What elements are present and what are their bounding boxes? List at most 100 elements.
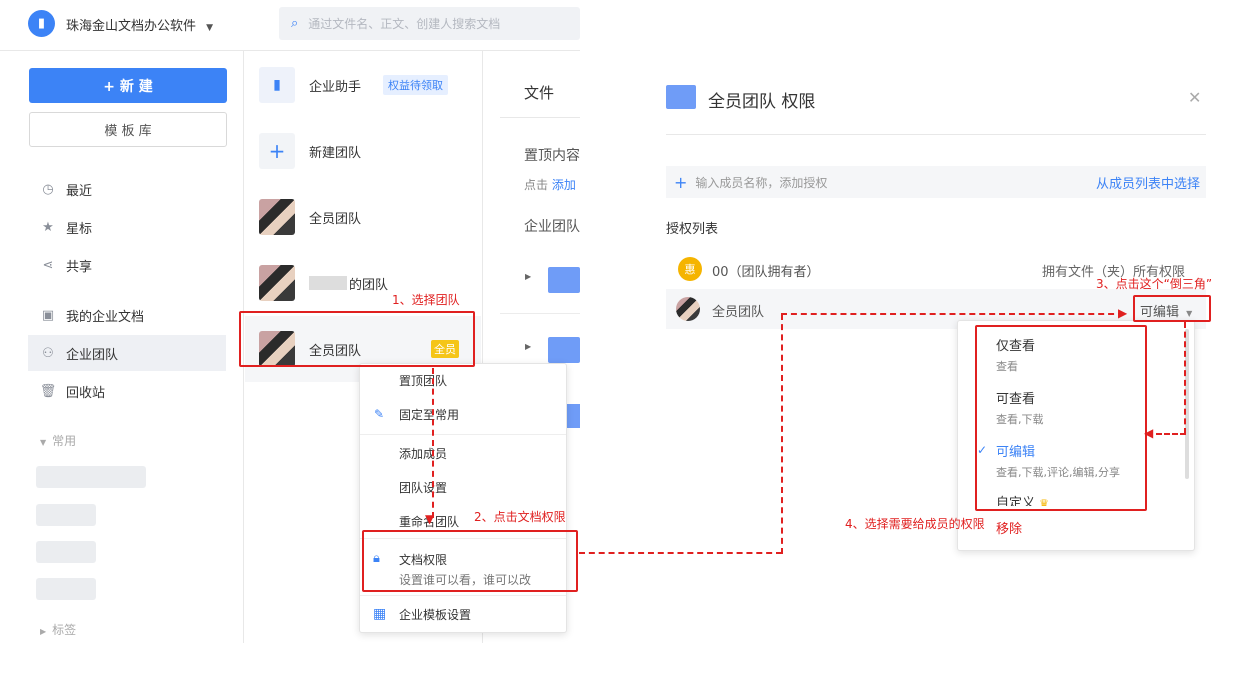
team-row-all-members[interactable]: 全员团队 bbox=[245, 184, 481, 250]
search-placeholder: 通过文件名、正文、创建人搜索文档 bbox=[308, 17, 501, 31]
menu-divider bbox=[360, 595, 566, 596]
caret-right-icon: ▶ bbox=[40, 627, 47, 636]
folder-row[interactable]: ▶ bbox=[525, 337, 580, 363]
sidebar-item-shared[interactable]: ⋖ 共享 bbox=[28, 247, 226, 283]
menu-item-pin-team[interactable]: 置顶团队 bbox=[359, 363, 567, 397]
step1-label: 1、选择团队 bbox=[392, 293, 460, 307]
template-library-button[interactable]: 模 板 库 bbox=[29, 112, 227, 147]
team-avatar bbox=[259, 265, 295, 301]
member-name: 全员团队 bbox=[712, 305, 765, 320]
team-row-assistant[interactable]: ▮ 企业助手 权益待领取 bbox=[245, 52, 481, 118]
blurred-item[interactable] bbox=[36, 466, 146, 488]
sidebar-item-starred[interactable]: ★ 星标 bbox=[28, 209, 226, 245]
member-avatar bbox=[676, 297, 700, 321]
share-icon: ⋖ bbox=[42, 257, 54, 273]
layout-icon: ▦ bbox=[373, 606, 387, 622]
connector-vertical bbox=[781, 314, 783, 554]
caret-down-icon: ▼ bbox=[40, 438, 47, 447]
blurred-item[interactable] bbox=[36, 541, 96, 563]
step3-connector bbox=[1184, 322, 1186, 434]
folder-icon bbox=[567, 404, 580, 428]
menu-item-fix-common[interactable]: ✎ 固定至常用 bbox=[359, 397, 567, 431]
step2-label: 2、点击文档权限 bbox=[474, 510, 566, 524]
step1-highlight bbox=[239, 311, 475, 367]
team-icon: ⚇ bbox=[42, 345, 54, 361]
org-logo-icon: ▮ bbox=[37, 16, 46, 31]
pinned-hint: 点击 添加 bbox=[524, 176, 580, 193]
step3-label: 3、点击这个“倒三角” bbox=[1096, 277, 1213, 291]
common-label: 常用 bbox=[52, 434, 77, 448]
sidebar-item-enterprise-team[interactable]: ⚇ 企业团队 bbox=[28, 335, 226, 371]
pin-icon: ✎ bbox=[374, 407, 385, 421]
caret-right-icon: ▶ bbox=[525, 342, 532, 351]
team-name: 企业助手 bbox=[309, 79, 362, 95]
folder-icon bbox=[548, 337, 580, 363]
new-team-button[interactable]: + 新建团队 bbox=[245, 118, 481, 184]
connector-horizontal bbox=[579, 552, 782, 554]
sidebar-item-recent[interactable]: ◷ 最近 bbox=[28, 171, 226, 207]
menu-item-label: 团队设置 bbox=[399, 480, 448, 495]
plus-icon: + bbox=[674, 172, 688, 192]
sidebar-item-my-enterprise-docs[interactable]: ▣ 我的企业文档 bbox=[28, 297, 226, 333]
dialog-divider bbox=[666, 134, 1206, 135]
list-label: 授权列表 bbox=[666, 222, 719, 237]
org-name[interactable]: 珠海金山文档办公软件 ▼ bbox=[66, 15, 213, 34]
hint-text: 点击 bbox=[524, 178, 549, 192]
common-section-toggle[interactable]: ▼ 常用 bbox=[40, 432, 76, 449]
assistant-icon: ▮ bbox=[259, 67, 295, 103]
sidebar-item-label: 共享 bbox=[66, 259, 93, 275]
step2-connector bbox=[432, 368, 434, 518]
team-avatar bbox=[259, 199, 295, 235]
team-name: 全员团队 bbox=[309, 211, 362, 227]
search-input[interactable]: ⌕ 通过文件名、正文、创建人搜索文档 bbox=[279, 7, 580, 40]
person-doc-icon: ▣ bbox=[41, 307, 55, 323]
menu-item-add-member[interactable]: 添加成员 bbox=[359, 436, 567, 470]
org-logo[interactable]: ▮ bbox=[28, 10, 55, 37]
step4-highlight bbox=[975, 325, 1147, 511]
sidebar-item-label: 企业团队 bbox=[66, 347, 119, 363]
step3-connector-h bbox=[1156, 433, 1186, 435]
option-remove[interactable]: 移除 bbox=[996, 518, 1022, 537]
org-name-text: 珠海金山文档办公软件 bbox=[66, 19, 197, 34]
section-title: 企业团队 bbox=[524, 219, 580, 235]
menu-item-label: 固定至常用 bbox=[399, 407, 460, 422]
dialog-title: 全员团队 权限 bbox=[708, 92, 816, 112]
rights-badge[interactable]: 权益待领取 bbox=[383, 75, 449, 95]
plus-icon: + bbox=[259, 133, 295, 169]
sidebar-item-trash[interactable]: 🗑 回收站 bbox=[28, 373, 226, 409]
sidebar-item-label: 星标 bbox=[66, 221, 93, 237]
files-divider bbox=[500, 313, 580, 314]
add-link[interactable]: 添加 bbox=[552, 178, 576, 192]
blurred-item[interactable] bbox=[36, 578, 96, 600]
arrow-down-icon: ▼ bbox=[425, 512, 435, 526]
folder-row[interactable]: ▶ bbox=[525, 267, 580, 293]
step3-highlight bbox=[1133, 295, 1211, 322]
new-button[interactable]: + 新 建 bbox=[29, 68, 227, 103]
menu-item-template-settings[interactable]: ▦ 企业模板设置 bbox=[359, 597, 567, 631]
sidebar-item-label: 最近 bbox=[66, 183, 93, 199]
menu-item-team-settings[interactable]: 团队设置 bbox=[359, 470, 567, 504]
team-name: 的团队 bbox=[349, 277, 389, 293]
menu-item-label: 企业模板设置 bbox=[399, 607, 472, 622]
close-icon[interactable]: ✕ bbox=[1188, 88, 1201, 107]
tab-files[interactable]: 文件 bbox=[524, 82, 554, 103]
select-from-list-link[interactable]: 从成员列表中选择 bbox=[1096, 173, 1200, 192]
chevron-down-icon: ▼ bbox=[206, 23, 214, 33]
arrow-right-icon: ▶ bbox=[1118, 306, 1128, 320]
owner-avatar: 惠 bbox=[678, 257, 702, 281]
folder-icon bbox=[548, 267, 580, 293]
team-name: 新建团队 bbox=[309, 145, 362, 161]
add-member-input[interactable]: + 输入成员名称，添加授权 从成员列表中选择 bbox=[666, 166, 1206, 198]
star-icon: ★ bbox=[42, 219, 54, 235]
step2-highlight bbox=[362, 530, 578, 592]
owner-name: 00（团队拥有者） bbox=[712, 265, 820, 280]
tags-section-toggle[interactable]: ▶ 标签 bbox=[40, 621, 76, 638]
tab-underline bbox=[500, 117, 580, 118]
step4-label: 4、选择需要给成员的权限 bbox=[845, 517, 985, 531]
tags-label: 标签 bbox=[52, 623, 77, 637]
blurred-item[interactable] bbox=[36, 504, 96, 526]
topbar-divider bbox=[0, 50, 580, 51]
connector-to-dropdown bbox=[781, 313, 1124, 315]
caret-right-icon: ▶ bbox=[525, 272, 532, 281]
dialog-folder-icon bbox=[666, 85, 696, 109]
